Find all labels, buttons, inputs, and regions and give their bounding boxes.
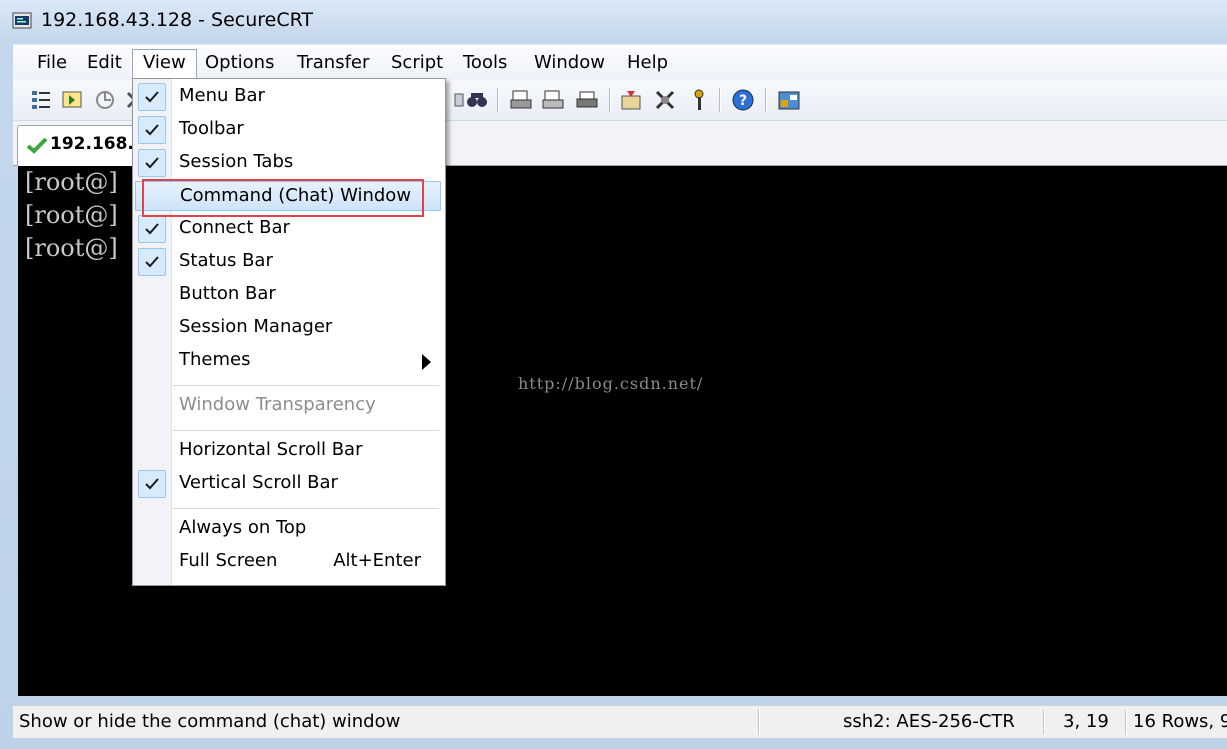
menu-script[interactable]: Script xyxy=(381,50,453,76)
global-options-icon[interactable] xyxy=(653,88,677,112)
checkmark-icon xyxy=(138,116,166,144)
keymap-key-icon[interactable] xyxy=(687,88,711,112)
menu-file[interactable]: File xyxy=(27,50,77,76)
menu-item-button-bar[interactable]: Button Bar xyxy=(135,280,441,310)
status-divider xyxy=(1125,709,1126,735)
view-menu-dropdown: Menu Bar Toolbar Session Tabs Command (C… xyxy=(132,78,446,586)
menu-item-label: Full Screen xyxy=(179,550,278,571)
window-title: 192.168.43.128 - SecureCRT xyxy=(41,9,314,31)
menu-item-vertical-scroll-bar[interactable]: Vertical Scroll Bar xyxy=(135,469,441,499)
menu-item-session-manager[interactable]: Session Manager xyxy=(135,313,441,343)
terminal-line: [root@] xyxy=(25,201,118,229)
menu-item-toolbar[interactable]: Toolbar xyxy=(135,115,441,145)
toolbar-separator xyxy=(765,88,766,112)
connected-check-icon xyxy=(26,137,48,154)
status-divider xyxy=(758,709,759,735)
menu-item-horizontal-scroll-bar[interactable]: Horizontal Scroll Bar xyxy=(135,436,441,466)
menu-item-label: Toolbar xyxy=(179,118,244,139)
find-icon[interactable] xyxy=(465,88,489,112)
menu-bar: File Edit View Options Transfer Script T… xyxy=(13,44,1227,81)
menu-tools[interactable]: Tools xyxy=(453,50,517,76)
checkmark-icon xyxy=(138,248,166,276)
watermark-text: http://blog.csdn.net/ xyxy=(518,374,704,393)
submenu-arrow-icon xyxy=(422,354,431,370)
terminal-line: [root@] xyxy=(25,234,118,262)
title-bar[interactable]: 192.168.43.128 - SecureCRT xyxy=(0,0,1227,42)
print-selection-icon[interactable] xyxy=(541,88,565,112)
menu-item-label: Vertical Scroll Bar xyxy=(179,472,338,493)
help-icon[interactable]: ? xyxy=(731,88,755,112)
menu-separator xyxy=(173,385,439,386)
sftp-icon[interactable] xyxy=(777,88,801,112)
session-options-icon[interactable] xyxy=(619,88,643,112)
print-icon[interactable] xyxy=(575,88,599,112)
connect-icon[interactable] xyxy=(29,88,53,112)
toolbar-separator xyxy=(719,88,720,112)
menu-transfer[interactable]: Transfer xyxy=(287,50,379,76)
menu-item-label: Connect Bar xyxy=(179,217,290,238)
menu-item-label: Window Transparency xyxy=(179,394,376,415)
menu-window[interactable]: Window xyxy=(524,50,615,76)
menu-item-label: Session Tabs xyxy=(179,151,294,172)
svg-text:?: ? xyxy=(739,93,747,109)
menu-item-connect-bar[interactable]: Connect Bar xyxy=(135,214,441,244)
menu-item-status-bar[interactable]: Status Bar xyxy=(135,247,441,277)
status-divider xyxy=(1043,709,1044,735)
terminal-line: [root@] xyxy=(25,168,118,196)
securecrt-app-icon[interactable] xyxy=(12,11,32,31)
menu-separator xyxy=(173,508,439,509)
menu-edit[interactable]: Edit xyxy=(77,50,132,76)
menu-item-label: Status Bar xyxy=(179,250,273,271)
menu-item-label: Themes xyxy=(179,349,251,370)
status-bar: Show or hide the command (chat) window s… xyxy=(13,705,1227,738)
menu-item-themes[interactable]: Themes xyxy=(135,346,441,376)
menu-item-full-screen[interactable]: Full Screen Alt+Enter xyxy=(135,547,441,577)
status-message: Show or hide the command (chat) window xyxy=(19,711,401,732)
checkmark-icon xyxy=(138,149,166,177)
menu-item-window-transparency: Window Transparency xyxy=(135,391,441,421)
toolbar-separator xyxy=(497,88,498,112)
toolbar-separator xyxy=(609,88,610,112)
menu-item-label: Always on Top xyxy=(179,517,307,538)
checkmark-icon xyxy=(138,83,166,111)
checkmark-icon xyxy=(138,215,166,243)
quick-connect-icon[interactable] xyxy=(61,88,85,112)
annotation-highlight-box xyxy=(142,179,424,217)
menu-item-session-tabs[interactable]: Session Tabs xyxy=(135,148,441,178)
menu-separator xyxy=(173,430,439,431)
menu-options[interactable]: Options xyxy=(195,50,284,76)
connect-in-tab-icon[interactable] xyxy=(93,88,117,112)
menu-item-label: Horizontal Scroll Bar xyxy=(179,439,363,460)
menu-item-label: Menu Bar xyxy=(179,85,265,106)
status-rows: 16 Rows, 9 xyxy=(1133,711,1227,732)
menu-view[interactable]: View xyxy=(132,49,197,81)
status-cipher: ssh2: AES-256-CTR xyxy=(843,711,1015,732)
menu-item-always-on-top[interactable]: Always on Top xyxy=(135,514,441,544)
print-screen-icon[interactable] xyxy=(509,88,533,112)
menu-item-accelerator: Alt+Enter xyxy=(333,550,421,571)
menu-help[interactable]: Help xyxy=(617,50,678,76)
menu-item-label: Button Bar xyxy=(179,283,276,304)
checkmark-icon xyxy=(138,470,166,498)
status-cursor-position: 3, 19 xyxy=(1063,711,1109,732)
menu-item-label: Session Manager xyxy=(179,316,333,337)
menu-item-menu-bar[interactable]: Menu Bar xyxy=(135,82,441,112)
securecrt-window: 192.168.43.128 - SecureCRT File Edit Vie… xyxy=(0,0,1227,749)
